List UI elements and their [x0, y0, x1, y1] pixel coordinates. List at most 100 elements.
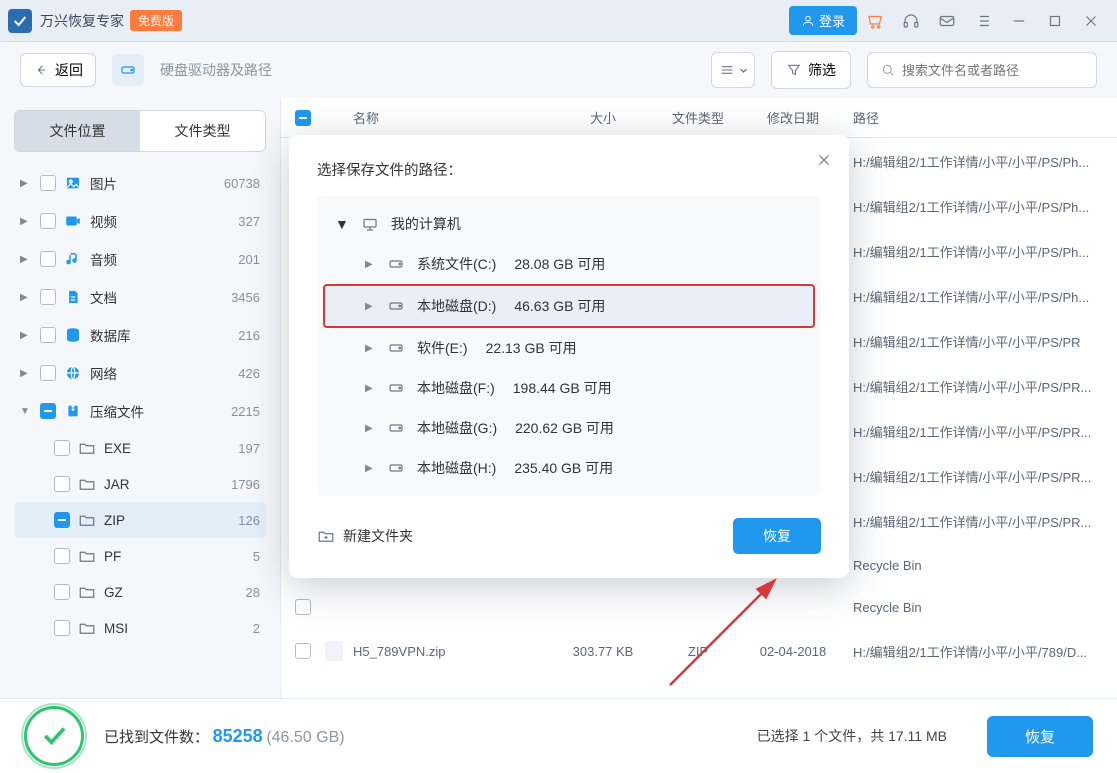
table-row[interactable]: H5_789VPN.zip 303.77 KB ZIP 02-04-2018 H… — [281, 628, 1117, 674]
sidebar-item-jar[interactable]: JAR 1796 — [14, 466, 266, 502]
chevron-right-icon: ▶ — [20, 254, 32, 265]
found-count: 85258 — [213, 726, 263, 746]
path-text: 硬盘驱动器及路径 — [160, 60, 272, 80]
table-header: 名称 大小 文件类型 修改日期 路径 — [281, 98, 1117, 138]
sidebar-item-doc[interactable]: ▶ 文档 3456 — [14, 278, 266, 316]
chevron-right-icon: ▶ — [365, 343, 375, 354]
row-checkbox[interactable] — [295, 643, 311, 659]
modal-close-button[interactable] — [815, 151, 833, 172]
chevron-down-icon: ▼ — [20, 406, 32, 417]
checkbox[interactable] — [40, 289, 56, 305]
filter-button[interactable]: 筛选 — [771, 51, 851, 89]
found-size: (46.50 GB) — [266, 729, 344, 746]
sidebar-item-video[interactable]: ▶ 视频 327 — [14, 202, 266, 240]
col-size[interactable]: 大小 — [553, 108, 653, 127]
sidebar-item-msi[interactable]: MSI 2 — [14, 610, 266, 646]
sidebar: 文件位置 文件类型 ▶ 图片 60738 ▶ 视频 327 ▶ 音频 201 ▶ — [0, 98, 280, 698]
tab-location[interactable]: 文件位置 — [15, 111, 140, 151]
checkbox-partial[interactable] — [40, 403, 56, 419]
drive-item[interactable]: ▶ 本地磁盘(F:) 198.44 GB 可用 — [325, 368, 813, 408]
checkbox[interactable] — [40, 251, 56, 267]
drive-icon — [112, 54, 144, 86]
sidebar-item-image[interactable]: ▶ 图片 60738 — [14, 164, 266, 202]
drive-item[interactable]: ▶ 软件(E:) 22.13 GB 可用 — [325, 328, 813, 368]
sidebar-item-gz[interactable]: GZ 28 — [14, 574, 266, 610]
row-checkbox[interactable] — [295, 599, 311, 615]
table-row[interactable]: Recycle Bin — [281, 586, 1117, 628]
chevron-right-icon: ▶ — [20, 330, 32, 341]
folder-icon — [78, 547, 96, 565]
chevron-right-icon: ▶ — [20, 178, 32, 189]
sidebar-item-zip[interactable]: ZIP 126 — [14, 502, 266, 538]
drive-tree: ▼ 我的计算机 ▶ 系统文件(C:) 28.08 GB 可用 ▶ 本地磁盘(D:… — [317, 196, 821, 496]
checkbox[interactable] — [54, 548, 70, 564]
col-date[interactable]: 修改日期 — [743, 108, 843, 127]
mail-icon[interactable] — [929, 3, 965, 39]
db-icon — [64, 326, 82, 344]
image-icon — [64, 174, 82, 192]
new-folder-button[interactable]: 新建文件夹 — [317, 526, 413, 546]
chevron-right-icon: ▶ — [365, 383, 375, 394]
app-logo — [8, 9, 32, 33]
checkbox[interactable] — [54, 440, 70, 456]
chevron-down-icon: ▼ — [335, 216, 349, 232]
sidebar-item-audio[interactable]: ▶ 音频 201 — [14, 240, 266, 278]
select-all-checkbox[interactable] — [295, 110, 311, 126]
checkbox[interactable] — [40, 175, 56, 191]
audio-icon — [64, 250, 82, 268]
checkbox[interactable] — [40, 365, 56, 381]
chevron-right-icon: ▶ — [20, 216, 32, 227]
drive-item[interactable]: ▶ 本地磁盘(H:) 235.40 GB 可用 — [325, 448, 813, 488]
checkbox[interactable] — [54, 476, 70, 492]
headset-icon[interactable] — [893, 3, 929, 39]
footer: 已找到文件数： 85258 (46.50 GB) 已选择 1 个文件，共 17.… — [0, 698, 1117, 773]
file-icon — [325, 641, 343, 661]
cart-icon[interactable] — [857, 3, 893, 39]
sidebar-item-pf[interactable]: PF 5 — [14, 538, 266, 574]
checkbox[interactable] — [54, 584, 70, 600]
selected-text: 已选择 1 个文件，共 17.11 MB — [757, 726, 947, 746]
maximize-icon[interactable] — [1037, 3, 1073, 39]
checkbox[interactable] — [40, 327, 56, 343]
free-badge: 免费版 — [130, 10, 182, 31]
chevron-right-icon: ▶ — [365, 259, 375, 270]
footer-recover-button[interactable]: 恢复 — [987, 716, 1093, 757]
login-button[interactable]: 登录 — [789, 6, 857, 35]
tab-type[interactable]: 文件类型 — [140, 111, 265, 151]
video-icon — [64, 212, 82, 230]
checkbox[interactable] — [54, 620, 70, 636]
save-path-modal: 选择保存文件的路径： ▼ 我的计算机 ▶ 系统文件(C:) 28.08 GB 可… — [289, 135, 849, 578]
folder-icon — [78, 439, 96, 457]
drive-item[interactable]: ▶ 本地磁盘(D:) 46.63 GB 可用 — [323, 284, 815, 328]
folder-icon — [78, 619, 96, 637]
drive-root[interactable]: ▼ 我的计算机 — [325, 204, 813, 244]
col-path[interactable]: 路径 — [843, 108, 1103, 127]
modal-recover-button[interactable]: 恢复 — [733, 518, 821, 554]
folder-icon — [78, 511, 96, 529]
sidebar-item-db[interactable]: ▶ 数据库 216 — [14, 316, 266, 354]
drive-item[interactable]: ▶ 系统文件(C:) 28.08 GB 可用 — [325, 244, 813, 284]
checkbox[interactable] — [40, 213, 56, 229]
sidebar-item-exe[interactable]: EXE 197 — [14, 430, 266, 466]
back-button[interactable]: 返回 — [20, 53, 96, 87]
doc-icon — [64, 288, 82, 306]
chevron-right-icon: ▶ — [20, 292, 32, 303]
search-box[interactable] — [867, 52, 1097, 88]
minimize-icon[interactable] — [1001, 3, 1037, 39]
view-toggle[interactable] — [711, 52, 755, 88]
tabs: 文件位置 文件类型 — [14, 110, 266, 152]
search-input[interactable] — [902, 63, 1084, 78]
col-name[interactable]: 名称 — [353, 108, 553, 127]
chevron-right-icon: ▶ — [20, 368, 32, 379]
drive-item[interactable]: ▶ 本地磁盘(G:) 220.62 GB 可用 — [325, 408, 813, 448]
col-type[interactable]: 文件类型 — [653, 108, 743, 127]
chevron-right-icon: ▶ — [365, 423, 375, 434]
sidebar-item-archive[interactable]: ▼ 压缩文件 2215 — [14, 392, 266, 430]
checkbox[interactable] — [54, 512, 70, 528]
scan-complete-icon — [24, 706, 84, 766]
sidebar-item-net[interactable]: ▶ 网络 426 — [14, 354, 266, 392]
list-icon[interactable] — [965, 3, 1001, 39]
chevron-right-icon: ▶ — [365, 463, 375, 474]
close-icon[interactable] — [1073, 3, 1109, 39]
chevron-right-icon: ▶ — [365, 301, 375, 312]
